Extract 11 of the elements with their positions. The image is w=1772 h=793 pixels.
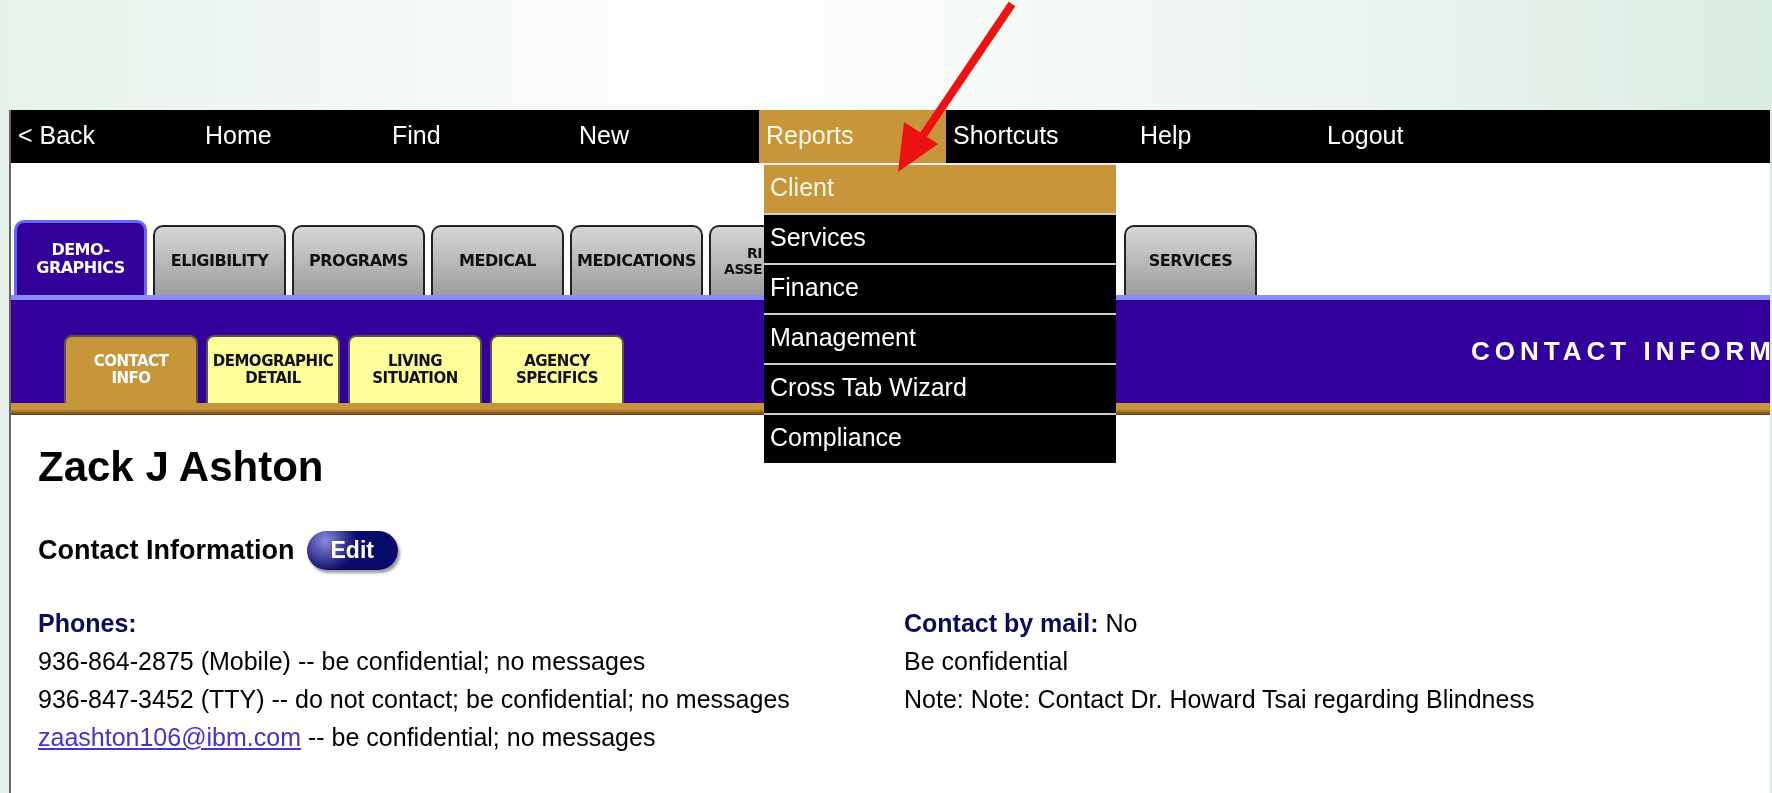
phone-entry: 936-864-2875 (Mobile) -- be confidential; no messages xyxy=(38,646,647,677)
section-heading: Contact Information xyxy=(38,535,295,566)
phone-entry: 936-847-3452 (TTY) -- do not contact; be confidential; no messages xyxy=(38,684,791,715)
field-label: Phones: xyxy=(38,608,138,639)
contact-note: Note: Note: Contact Dr. Howard Tsai regarding Blindness xyxy=(904,684,1536,715)
email-note: -- be confidential; no messages xyxy=(308,722,656,753)
client-name: Zack J Ashton xyxy=(38,443,325,491)
field-value: No xyxy=(1105,608,1138,639)
field-label: Contact by mail: xyxy=(904,608,1099,639)
contact-note: Be confidential xyxy=(904,646,1069,677)
section-title: CONTACT INFORM xyxy=(1471,336,1772,367)
